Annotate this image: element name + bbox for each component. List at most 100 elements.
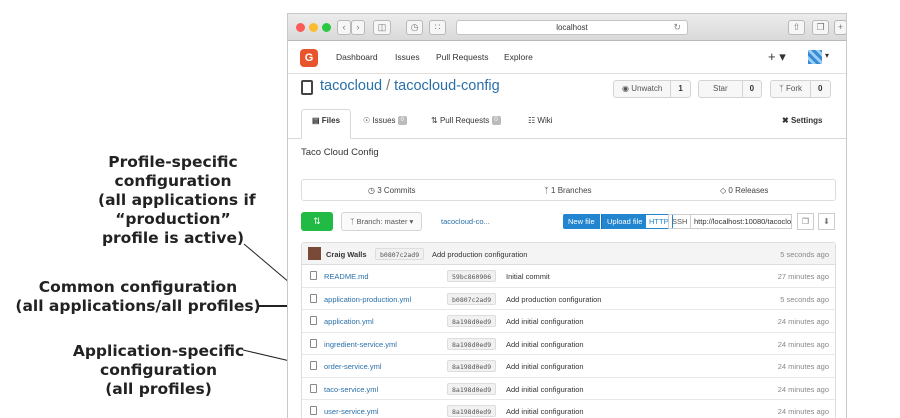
releases-link[interactable]: ◇ 0 Releases [720,186,768,195]
file-icon [310,361,317,370]
compare-button[interactable]: ⇅ [301,212,333,231]
branch-selector[interactable]: ᛉ Branch: master ▾ [341,212,423,231]
file-icon [310,383,317,393]
table-row: ingredient-service.yml 8a198d0ed9 Add init… [302,333,835,355]
commit-sha-link[interactable]: 8a198d0ed9 [447,337,497,350]
file-name-link[interactable]: application-production.yml [324,295,411,304]
create-new-menu[interactable]: + ▾ [768,49,786,65]
repo-owner-link[interactable]: tacocloud [320,78,382,94]
tab-pull-requests-label: Pull Requests [439,116,490,125]
nav-pull-requests[interactable]: Pull Requests [436,52,488,62]
maximize-window-icon[interactable] [322,23,331,32]
tab-wiki-label: Wiki [537,116,553,125]
history-icon[interactable]: ◷ [406,20,423,35]
user-avatar[interactable] [808,50,822,64]
tabs-overview-icon[interactable]: ❐ [812,20,829,35]
nav-dashboard[interactable]: Dashboard [336,52,378,62]
forward-button[interactable]: › [351,20,365,35]
new-tab-icon[interactable]: + [834,20,846,35]
commit-time: 5 seconds ago [780,294,829,304]
commit-sha-link[interactable]: b0807c2ad9 [447,292,497,305]
file-name-link[interactable]: ingredient-service.yml [324,340,397,349]
branch-icon: ᛉ [350,217,355,226]
commit-sha-link[interactable]: 8a198d0ed9 [447,315,497,327]
commit-time: 24 minutes ago [777,317,829,326]
unwatch-button[interactable]: ◉ Unwatch 1 [613,80,691,98]
file-name-link[interactable]: README.md [324,272,369,281]
reload-icon[interactable]: ↻ [673,21,681,34]
repo-title: tacocloud / tacocloud-config [320,78,500,94]
tab-pull-requests[interactable]: ⇅ Pull Requests 0 [431,116,501,126]
commit-author[interactable]: Craig Walls [326,250,367,259]
commit-message: Add production configuration [506,294,602,304]
repo-name-link[interactable]: tacocloud-config [394,78,500,94]
path-breadcrumb[interactable]: tacocloud-co... [441,217,490,226]
issues-count-badge: 0 [397,116,407,126]
fork-label: Fork [786,84,803,93]
fork-button[interactable]: ᛉ Fork 0 [770,80,831,98]
tab-files[interactable]: ▤ Files [301,109,352,139]
ssh-clone-button[interactable]: SSH [668,214,692,229]
annotation-line: (all profiles) [105,380,212,398]
minimize-window-icon[interactable] [309,23,318,32]
file-name-link[interactable]: taco-service.yml [324,385,378,394]
avatar[interactable] [308,247,321,260]
commit-message: Add initial configuration [506,362,584,371]
address-bar[interactable]: localhost ↻ [456,20,688,35]
repo-tabs: ▤ Files ☉ Issues 0 ⇅ Pull Requests 0 ☷ W… [288,109,846,139]
file-icon: ▤ [312,116,320,125]
tab-wiki[interactable]: ☷ Wiki [528,116,553,125]
commit-time: 24 minutes ago [777,384,829,394]
commits-link[interactable]: ◷ 3 Commits [368,186,415,195]
file-icon [310,316,317,325]
annotation-line: Application-specific [72,342,245,360]
download-icon[interactable]: ⬇ [818,213,835,230]
pull-requests-count-badge: 0 [491,116,501,126]
commit-time: 27 minutes ago [777,272,829,281]
unwatch-count: 1 [678,84,683,93]
gogs-logo-icon[interactable]: G [300,49,318,67]
repo-title-separator: / [386,78,391,94]
table-row: README.md 59bc860906 Initial commit 27 minu… [302,265,835,288]
branch-selector-label: Branch: master [356,217,408,226]
upload-file-button[interactable]: Upload file [601,214,648,229]
commit-sha-link[interactable]: 8a198d0ed9 [447,382,497,395]
file-name-link[interactable]: order-service.yml [324,362,382,371]
star-button[interactable]: Star 0 [698,80,763,98]
commit-sha-link[interactable]: b0807c2ad9 [375,248,425,260]
annotation-line: Common configuration [38,278,238,296]
file-name-link[interactable]: user-service.yml [324,407,379,416]
share-icon[interactable]: ⇧ [788,20,805,35]
close-window-icon[interactable] [296,23,305,32]
repo-description: Taco Cloud Config [301,147,379,158]
file-table: Craig Walls b0807c2ad9 Add production co… [301,242,836,418]
back-button[interactable]: ‹ [337,20,351,35]
history-icon: ◷ [368,186,375,195]
commit-message: Add initial configuration [506,339,584,349]
clone-url-input[interactable]: http://localhost:10080/tacocloud/tacoclo… [690,214,792,229]
chevron-down-icon[interactable]: ▾ [825,51,829,60]
commit-message: Add initial configuration [506,407,584,416]
branch-icon: ᛉ [544,186,549,195]
pull-request-icon: ⇅ [431,116,438,125]
annotation-line: configuration [114,172,232,190]
nav-explore[interactable]: Explore [504,52,533,62]
chevron-down-icon: ▾ [409,217,414,226]
branches-link[interactable]: ᛉ 1 Branches [544,186,592,195]
tab-issues[interactable]: ☉ Issues 0 [363,116,407,126]
new-file-button[interactable]: New file [563,214,600,229]
nav-issues[interactable]: Issues [395,52,420,62]
reader-icon[interactable]: ∷ [429,20,446,35]
commit-sha-link[interactable]: 8a198d0ed9 [447,405,497,417]
copy-icon[interactable]: ❐ [797,213,814,230]
tab-settings[interactable]: ✖ Settings [782,116,823,125]
sidebar-toggle-icon[interactable]: ◫ [373,20,391,35]
annotation-line: “production” [115,210,231,228]
commit-message: Initial commit [506,272,550,281]
commit-sha-link[interactable]: 59bc860906 [447,270,497,282]
commit-sha-link[interactable]: 8a198d0ed9 [447,360,497,372]
table-row: application.yml 8a198d0ed9 Add initial con… [302,310,835,333]
file-name-link[interactable]: application.yml [324,317,374,326]
eye-icon: ◉ [622,84,629,93]
annotation-common: Common configuration (all applications/a… [8,278,268,316]
